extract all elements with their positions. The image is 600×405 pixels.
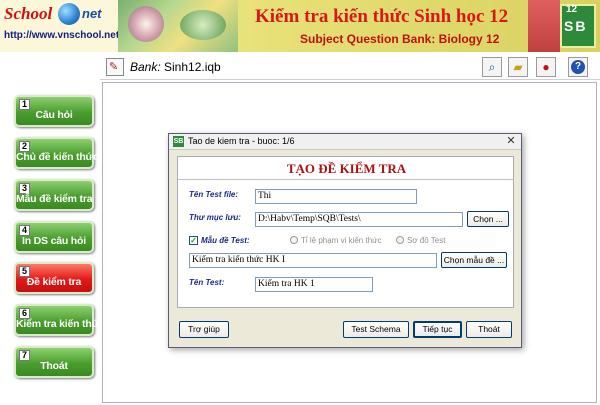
- template-checkbox[interactable]: ✓: [189, 236, 198, 245]
- help-dialog-button[interactable]: Trợ giúp: [179, 321, 229, 338]
- cell-image: [128, 6, 164, 42]
- knowledge-ratio-label: Tỉ lệ phạm vi kiến thức: [301, 236, 382, 245]
- sidebar-item-print-questions[interactable]: 4 In DS câu hỏi: [14, 221, 94, 253]
- sidebar-item-label: Kiểm tra kiến thức: [16, 318, 105, 330]
- sidebar-item-label: Mẫu đề kiểm tra: [16, 193, 93, 205]
- choose-template-button[interactable]: Chọn mẫu đề ...: [441, 252, 507, 268]
- sidebar-item-label: Thoát: [40, 360, 68, 372]
- bank-label: Bank:: [130, 60, 161, 74]
- search-button[interactable]: ⌕: [482, 57, 502, 77]
- save-folder-label: Thư mục lưu:: [189, 213, 241, 222]
- sb-logo-letters: SB: [564, 18, 588, 34]
- test-diagram-radio[interactable]: [396, 236, 404, 244]
- toolbar: ✎ Bank: Sinh12.iqb ⌕ ▰ ● ?: [100, 54, 600, 80]
- sidebar-item-label: In DS câu hỏi: [22, 235, 86, 247]
- app-icon: SB: [173, 136, 184, 147]
- dialog-heading: TẠO ĐỀ KIỂM TRA: [286, 161, 407, 176]
- knowledge-ratio-radio[interactable]: [290, 236, 298, 244]
- app-header: School net http://www.vnschool.net Kiểm …: [0, 0, 600, 52]
- logo-area: School net http://www.vnschool.net: [0, 0, 120, 52]
- exit-dialog-button[interactable]: Thoát: [466, 321, 512, 338]
- bank-name: Sinh12.iqb: [164, 60, 221, 74]
- logo-url: http://www.vnschool.net: [4, 30, 120, 41]
- template-input[interactable]: Kiểm tra kiến thức HK I: [189, 253, 437, 268]
- browse-folder-button[interactable]: Chọn ...: [467, 211, 509, 227]
- dialog-body: TẠO ĐỀ KIỂM TRA Tên Test file: Thi Thư m…: [177, 156, 514, 308]
- sidebar-item-label: Câu hỏi: [35, 109, 73, 121]
- test-file-label: Tên Test file:: [189, 190, 239, 199]
- sidebar-item-label: Đề kiểm tra: [26, 276, 82, 288]
- sidebar-item-questions[interactable]: 1 Câu hỏi: [14, 95, 94, 127]
- logo-text: School: [4, 4, 53, 23]
- dialog-title: Tao de kiem tra - buoc: 1/6: [188, 136, 295, 146]
- traffic-light-icon: ●: [542, 60, 550, 74]
- app-subtitle: Subject Question Bank: Biology 12: [300, 32, 500, 46]
- sidebar-item-topics[interactable]: 2 Chủ đề kiến thức: [14, 137, 99, 169]
- dialog-titlebar[interactable]: SB Tao de kiem tra - buoc: 1/6 ✕: [169, 134, 521, 150]
- next-button[interactable]: Tiếp tục: [413, 321, 462, 338]
- bank-icon[interactable]: ✎: [106, 58, 124, 76]
- test-file-input[interactable]: Thi: [255, 189, 417, 204]
- create-test-dialog: SB Tao de kiem tra - buoc: 1/6 ✕ TẠO ĐỀ …: [168, 133, 522, 348]
- folder-icon: ▰: [513, 60, 523, 74]
- close-icon[interactable]: ✕: [504, 135, 518, 148]
- test-diagram-label: Sơ đồ Test: [407, 236, 446, 245]
- sidebar-item-test-templates[interactable]: 3 Mẫu đề kiểm tra: [14, 179, 94, 211]
- search-icon: ⌕: [488, 60, 496, 74]
- test-name-input[interactable]: Kiểm tra HK 1: [255, 277, 373, 292]
- sb-logo-grade: 12: [566, 4, 578, 15]
- sidebar-item-knowledge-check[interactable]: 6 Kiểm tra kiến thức: [14, 304, 105, 336]
- test-schema-button[interactable]: Test Schema: [343, 321, 409, 338]
- microscope-illustration: [528, 0, 560, 52]
- divider: [178, 179, 513, 180]
- sidebar-item-exit[interactable]: 7 Thoát: [14, 346, 94, 378]
- template-label: Mẫu đề Test:: [201, 236, 250, 245]
- open-folder-button[interactable]: ▰: [508, 57, 528, 77]
- save-folder-input[interactable]: D:\Habv\Temp\SQB\Tests\: [255, 212, 463, 227]
- biology-illustration: [118, 0, 238, 52]
- help-icon: ?: [571, 60, 585, 74]
- test-name-label: Tên Test:: [189, 278, 225, 287]
- globe-icon: [58, 3, 80, 25]
- sidebar-item-label: Chủ đề kiến thức: [16, 151, 99, 163]
- logo-suffix: net: [82, 6, 102, 21]
- cell-image: [180, 10, 226, 40]
- help-button[interactable]: ?: [568, 57, 588, 77]
- app-title: Kiểm tra kiến thức Sinh học 12: [255, 6, 509, 27]
- sidebar-item-tests[interactable]: 5 Đề kiểm tra: [14, 262, 94, 294]
- traffic-light-button[interactable]: ●: [536, 57, 556, 77]
